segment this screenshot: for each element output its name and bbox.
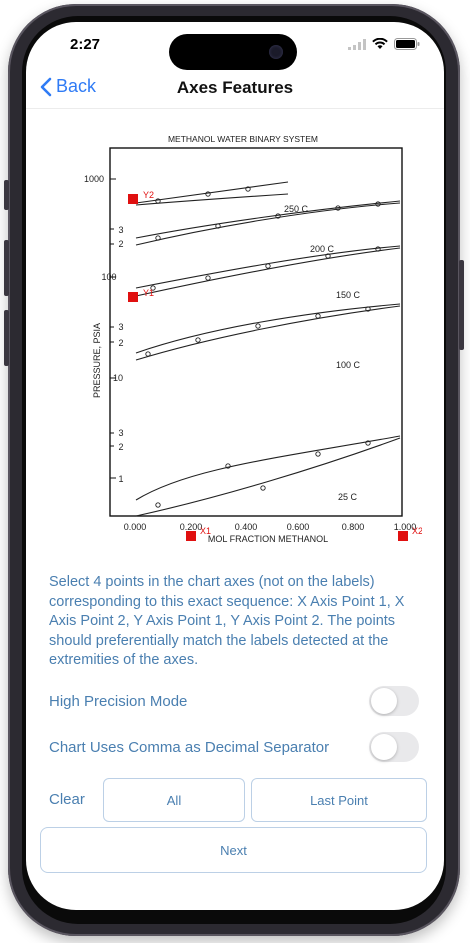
y-tick-label: 3: [118, 225, 123, 235]
comma-decimal-switch[interactable]: [369, 732, 419, 762]
x1-marker-label: X1: [200, 526, 211, 536]
x-axis-label: MOL FRACTION METHANOL: [208, 534, 328, 544]
x2-marker[interactable]: [398, 531, 408, 541]
x-tick-label: 0.000: [124, 522, 147, 532]
x1-marker[interactable]: [186, 531, 196, 541]
y-tick-label: 1000: [84, 174, 104, 184]
y1-marker[interactable]: [128, 292, 138, 302]
y-tick-label: 3: [118, 428, 123, 438]
comma-decimal-label: Chart Uses Comma as Decimal Separator: [49, 739, 330, 756]
navigation-bar: Back Axes Features: [26, 70, 444, 109]
comma-decimal-row: Chart Uses Comma as Decimal Separator: [49, 732, 419, 764]
x-tick-label: 0.400: [235, 522, 258, 532]
status-time: 2:27: [70, 36, 101, 53]
wifi-icon: [372, 38, 388, 49]
curve-label: 25 C: [338, 492, 358, 502]
x-tick-label: 0.800: [342, 522, 365, 532]
y-tick-label: 2: [118, 239, 123, 249]
next-button[interactable]: Next: [40, 827, 427, 873]
battery-icon: [394, 38, 420, 50]
clear-all-button[interactable]: All: [103, 778, 245, 822]
curve-label: 100 C: [336, 360, 361, 370]
high-precision-label: High Precision Mode: [49, 693, 188, 710]
high-precision-switch[interactable]: [369, 686, 419, 716]
curve-label: 250 C: [284, 204, 309, 214]
y-axis-label: PRESSURE, PSIA: [92, 323, 102, 398]
switch-knob: [371, 734, 397, 760]
curve-label: 200 C: [310, 244, 335, 254]
volume-up-button: [4, 240, 9, 296]
chart-title: METHANOL WATER BINARY SYSTEM: [168, 134, 318, 144]
y1-marker-label: Y1: [143, 288, 154, 298]
y-tick-label: 3: [118, 322, 123, 332]
signal-icon: [348, 38, 366, 50]
x-tick-label: 0.200: [180, 522, 203, 532]
y2-marker[interactable]: [128, 194, 138, 204]
y2-marker-label: Y2: [143, 190, 154, 200]
status-icons: [348, 38, 420, 50]
switch-knob: [371, 688, 397, 714]
volume-down-button: [4, 310, 9, 366]
curve-label: 150 C: [336, 290, 361, 300]
mute-switch: [4, 180, 9, 210]
high-precision-row: High Precision Mode: [49, 686, 419, 718]
chart-image[interactable]: METHANOL WATER BINARY SYSTEM 1000 3 2 10…: [48, 128, 423, 558]
page-title: Axes Features: [176, 78, 294, 97]
screen: 2:27 Back Axes Features METHANOL WATER B…: [26, 22, 444, 910]
x2-marker-label: X2: [412, 526, 422, 536]
chart-svg[interactable]: METHANOL WATER BINARY SYSTEM 1000 3 2 10…: [48, 128, 423, 558]
instructions-text: Select 4 points in the chart axes (not o…: [49, 574, 405, 668]
clear-label: Clear: [49, 791, 85, 808]
y-tick-label: 2: [118, 442, 123, 452]
dynamic-island: [169, 34, 297, 70]
camera-icon: [269, 45, 283, 59]
y-tick-label: 2: [118, 338, 123, 348]
power-button: [459, 260, 464, 350]
clear-last-point-button[interactable]: Last Point: [251, 778, 427, 822]
y-tick-label: 1: [118, 474, 123, 484]
x-tick-label: 0.600: [287, 522, 310, 532]
